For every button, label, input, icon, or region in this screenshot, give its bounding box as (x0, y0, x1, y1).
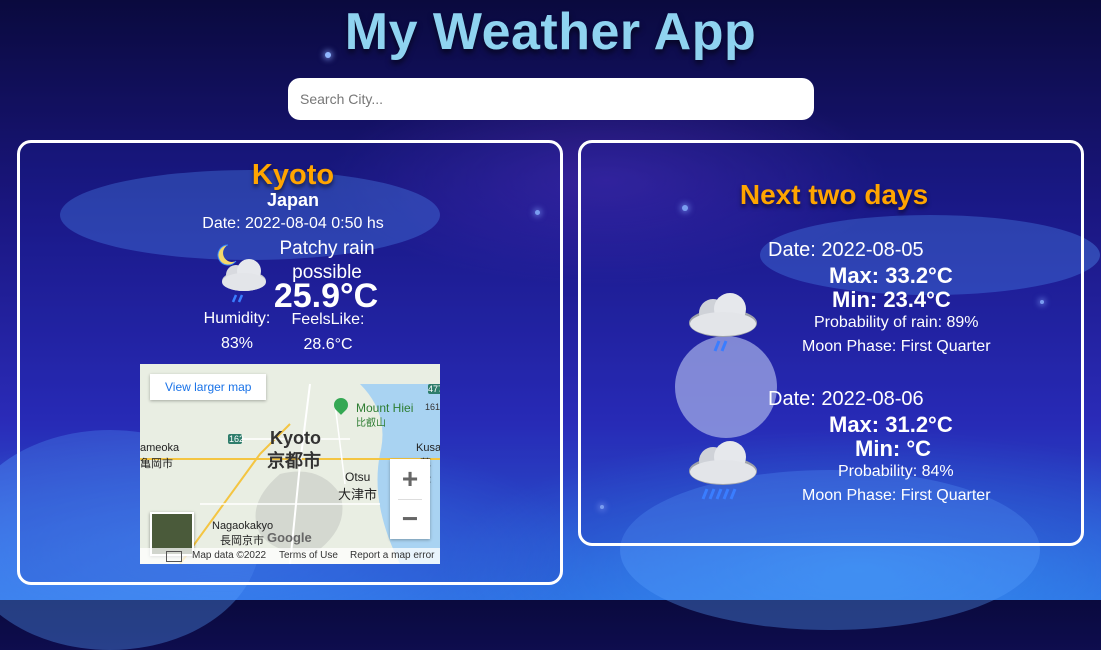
forecast-day2-rain: Probability: 84% (838, 463, 954, 480)
map-label-kameoka: ameoka (140, 442, 180, 454)
zoom-in-button[interactable]: + (390, 459, 430, 499)
zoom-divider (398, 499, 422, 500)
humidity-value: 83% (220, 335, 254, 352)
forecast-day1-moon: Moon Phase: First Quarter (802, 338, 991, 355)
map-data-text: Map data ©2022 (192, 550, 267, 561)
forecast-day2-moon: Moon Phase: First Quarter (802, 487, 991, 504)
feelslike-label: FeelsLike: (291, 311, 365, 328)
map-label-kusatsu: Kusa (416, 442, 440, 454)
forecast-day1-date: Date: 2022-08-05 (768, 239, 924, 261)
country-name: Japan (266, 190, 320, 210)
app-title: My Weather App (344, 3, 757, 61)
night-patchy-rain-icon (217, 244, 266, 303)
feelslike-value: 28.6°C (303, 336, 353, 353)
map-label-otsu: Otsu (345, 470, 371, 484)
map-label-nagaokakyo-jp: 長岡京市 (220, 535, 264, 547)
map-label-kameoka-jp: 亀岡市 (140, 458, 173, 470)
forecast-day2-min: Min: °C (855, 436, 932, 461)
map-label-otsu-jp: 大津市 (338, 487, 378, 502)
map-label-kyoto-jp: 京都市 (267, 451, 321, 471)
map-label-nagaokakyo: Nagaokakyo (212, 520, 274, 532)
light-rain-icon (689, 293, 757, 352)
search-city-input[interactable] (288, 78, 814, 120)
zoom-out-button[interactable]: − (390, 499, 430, 539)
forecast-day2-date: Date: 2022-08-06 (768, 388, 924, 410)
humidity-label: Humidity: (203, 310, 271, 327)
map-route-161: 161 (425, 402, 440, 412)
map-route-477: 477 (428, 384, 440, 394)
city-map[interactable]: View larger map 162 477 161 Mount Hiei 比… (140, 364, 440, 564)
terms-of-use-link[interactable]: Terms of Use (279, 550, 338, 561)
view-larger-map-link[interactable]: View larger map (150, 374, 267, 400)
map-label-mount-hiei: Mount Hiei (356, 401, 414, 415)
map-zoom-controls: + − (390, 459, 430, 539)
forecast-title: Next two days (739, 179, 929, 210)
heavy-rain-icon (689, 441, 757, 500)
condition-line-1: Patchy rain (279, 238, 375, 259)
map-label-mount-hiei-jp: 比叡山 (356, 418, 386, 429)
current-date: Date: 2022-08-04 0:50 hs (202, 215, 384, 232)
keyboard-icon[interactable] (166, 551, 182, 562)
forecast-day1-max: Max: 33.2°C (829, 263, 953, 288)
google-logo: Google (267, 530, 312, 545)
current-weather-card: Kyoto Japan Date: 2022-08-04 0:50 hs Pat… (17, 140, 563, 585)
city-name: Kyoto (251, 159, 335, 191)
map-route-162: 162 (229, 434, 245, 444)
forecast-card: Next two days Date: 2022-08-05 Max: 33.2… (578, 140, 1084, 546)
forecast-day2-max: Max: 31.2°C (829, 412, 953, 437)
report-map-error-link[interactable]: Report a map error (350, 550, 434, 561)
forecast-day1-rain: Probability of rain: 89% (814, 314, 979, 331)
map-label-kyoto: Kyoto (270, 428, 321, 448)
map-footer: Map data ©2022 Terms of Use Report a map… (140, 548, 440, 564)
forecast-day1-min: Min: 23.4°C (832, 287, 951, 312)
